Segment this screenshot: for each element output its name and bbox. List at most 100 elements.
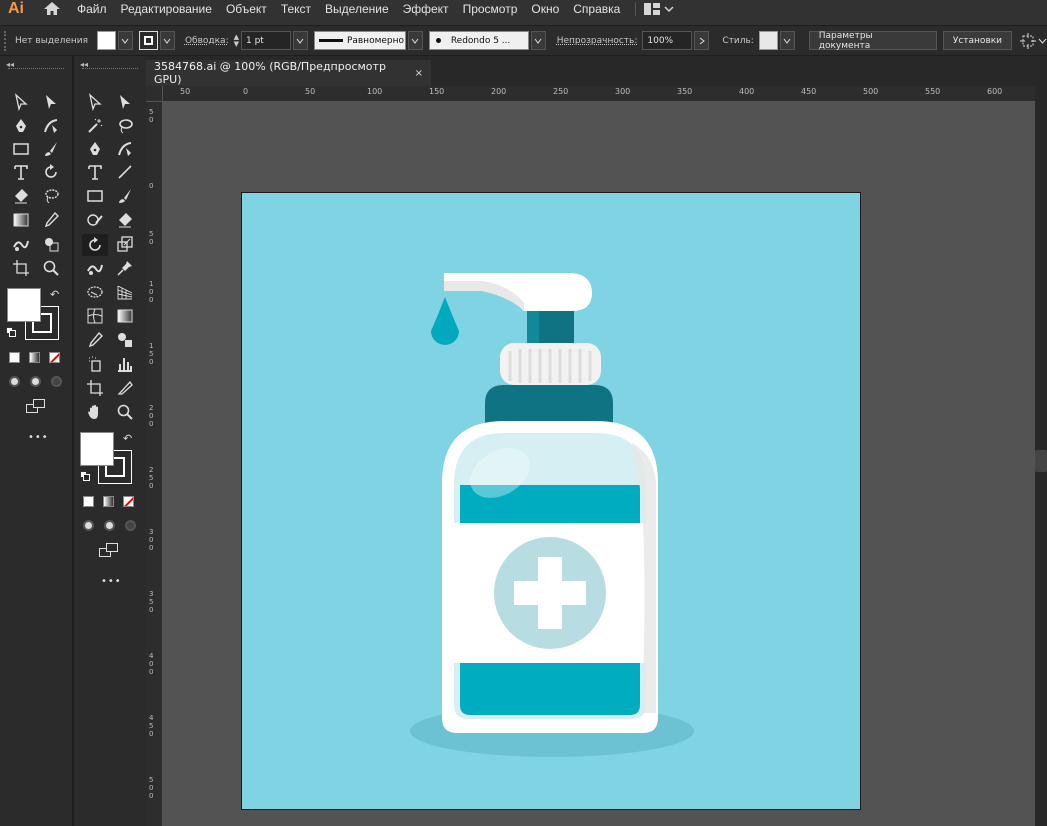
grip-icon[interactable] xyxy=(4,30,10,51)
blend-tool[interactable] xyxy=(114,330,136,350)
panel-handle[interactable] xyxy=(8,68,64,70)
type-tool-2[interactable] xyxy=(84,162,106,182)
direct-selection-tool[interactable] xyxy=(40,92,62,112)
perspective-grid-tool[interactable] xyxy=(114,282,136,302)
artboard-tool-2[interactable] xyxy=(84,378,106,398)
gradient-mode-icon[interactable] xyxy=(29,352,40,363)
none-mode-icon[interactable] xyxy=(123,496,134,507)
rotate-tool-2[interactable] xyxy=(82,234,108,256)
menu-file[interactable]: Файл xyxy=(70,2,114,16)
zoom-tool-2[interactable] xyxy=(114,402,136,422)
vertical-scrollbar[interactable] xyxy=(1035,86,1047,826)
color-mode-icon[interactable] xyxy=(83,496,94,507)
mesh-tool[interactable] xyxy=(84,306,106,326)
gradient-tool-2[interactable] xyxy=(114,306,136,326)
type-tool[interactable] xyxy=(10,162,32,182)
stroke-weight-dropdown[interactable] xyxy=(292,31,308,50)
opacity-dropdown[interactable] xyxy=(694,31,710,50)
arrange-icon[interactable] xyxy=(1020,32,1047,49)
hand-tool[interactable] xyxy=(84,402,106,422)
brush-dropdown[interactable] xyxy=(530,31,546,50)
opacity-label[interactable]: Непрозрачность: xyxy=(557,36,638,46)
stroke-label[interactable]: Обводка: xyxy=(185,36,229,46)
brush-select[interactable]: Redondo 5 ... xyxy=(428,31,529,50)
default-colors-icon[interactable] xyxy=(6,327,16,337)
style-dropdown[interactable] xyxy=(779,31,795,50)
pin-tool[interactable] xyxy=(114,258,136,278)
ruler-corner[interactable] xyxy=(146,86,163,102)
lasso-tool-2[interactable] xyxy=(114,116,136,136)
more-tools-icon[interactable]: ••• xyxy=(28,432,49,443)
artboard-tool[interactable] xyxy=(10,258,32,278)
stroke-profile-dropdown[interactable] xyxy=(407,31,423,50)
stroke-swatch[interactable] xyxy=(138,31,158,50)
lasso-tool[interactable] xyxy=(40,186,62,206)
rectangle-tool-2[interactable] xyxy=(84,186,106,206)
line-tool[interactable] xyxy=(114,162,136,182)
home-icon[interactable] xyxy=(34,0,70,17)
curvature-tool-2[interactable] xyxy=(114,139,136,159)
panel-handle[interactable] xyxy=(82,68,138,70)
close-icon[interactable]: × xyxy=(415,68,423,79)
gradient-tool[interactable] xyxy=(10,210,32,230)
stroke-dropdown[interactable] xyxy=(159,31,175,50)
magic-wand-tool[interactable] xyxy=(84,116,106,136)
fill-dropdown[interactable] xyxy=(118,31,133,50)
free-transform-tool[interactable] xyxy=(84,282,106,302)
vertical-ruler[interactable]: 5 0 0 5 0 1 0 0 1 5 0 2 0 0 2 5 0 3 0 0 … xyxy=(146,86,163,826)
fill-color-box-2[interactable] xyxy=(80,432,114,466)
fill-swatch[interactable] xyxy=(97,31,116,50)
style-swatch[interactable] xyxy=(758,31,778,50)
horizontal-ruler[interactable]: 50 0 50 100 150 200 250 300 350 400 450 … xyxy=(146,86,1035,102)
menu-select[interactable]: Выделение xyxy=(318,2,396,16)
eyedropper-tool[interactable] xyxy=(40,210,62,230)
symbol-sprayer-tool[interactable] xyxy=(84,354,106,374)
preferences-button[interactable]: Установки xyxy=(942,31,1013,50)
paintbrush-tool-2[interactable] xyxy=(114,186,136,206)
pen-tool-2[interactable] xyxy=(84,139,106,159)
eraser-tool[interactable] xyxy=(10,186,32,206)
menu-effect[interactable]: Эффект xyxy=(396,2,456,16)
eraser-tool-2[interactable] xyxy=(114,210,136,230)
draw-inside-icon[interactable] xyxy=(51,376,62,387)
warp-tool[interactable] xyxy=(84,258,106,278)
selection-tool-2[interactable] xyxy=(84,92,106,112)
menu-window[interactable]: Окно xyxy=(524,2,566,16)
swap-colors-icon[interactable]: ↶ xyxy=(50,288,59,301)
document-settings-button[interactable]: Параметры документа xyxy=(808,31,937,51)
scrollbar-thumb[interactable] xyxy=(1035,450,1047,472)
workspace-switcher[interactable] xyxy=(644,2,674,15)
eyedropper-tool-2[interactable] xyxy=(84,330,106,350)
stroke-profile-select[interactable]: Равномерно xyxy=(313,31,406,50)
document-tab[interactable]: 3584768.ai @ 100% (RGB/Предпросмотр GPU)… xyxy=(146,60,431,86)
curvature-tool[interactable] xyxy=(40,116,62,136)
shaper-tool[interactable] xyxy=(84,210,106,230)
slice-tool[interactable] xyxy=(114,378,136,398)
shape-builder-tool[interactable] xyxy=(40,234,62,254)
column-graph-tool[interactable] xyxy=(114,354,136,374)
direct-selection-tool-2[interactable] xyxy=(114,92,136,112)
none-mode-icon[interactable] xyxy=(49,352,60,363)
artboard[interactable] xyxy=(241,192,861,810)
fill-color-box[interactable] xyxy=(7,288,41,322)
menu-type[interactable]: Текст xyxy=(274,2,318,16)
draw-inside-icon[interactable] xyxy=(125,520,136,531)
zoom-tool[interactable] xyxy=(40,258,62,278)
draw-normal-icon[interactable] xyxy=(9,376,20,387)
puppet-warp-tool[interactable] xyxy=(10,234,32,254)
stroke-weight-stepper[interactable]: ▲ ▼ xyxy=(234,33,239,48)
menu-object[interactable]: Объект xyxy=(219,2,274,16)
draw-behind-icon[interactable] xyxy=(30,376,41,387)
paintbrush-tool[interactable] xyxy=(40,139,62,159)
menu-help[interactable]: Справка xyxy=(566,2,627,16)
pen-tool[interactable] xyxy=(10,116,32,136)
rectangle-tool[interactable] xyxy=(10,139,32,159)
menu-view[interactable]: Просмотр xyxy=(456,2,525,16)
swap-colors-icon[interactable]: ↶ xyxy=(123,432,132,445)
menu-edit[interactable]: Редактирование xyxy=(114,2,219,16)
stroke-weight-field[interactable]: 1 pt xyxy=(241,31,291,50)
selection-tool[interactable] xyxy=(10,92,32,112)
more-tools-icon[interactable]: ••• xyxy=(101,576,122,587)
scale-tool[interactable] xyxy=(114,234,136,254)
screen-mode-icon[interactable] xyxy=(99,543,119,559)
